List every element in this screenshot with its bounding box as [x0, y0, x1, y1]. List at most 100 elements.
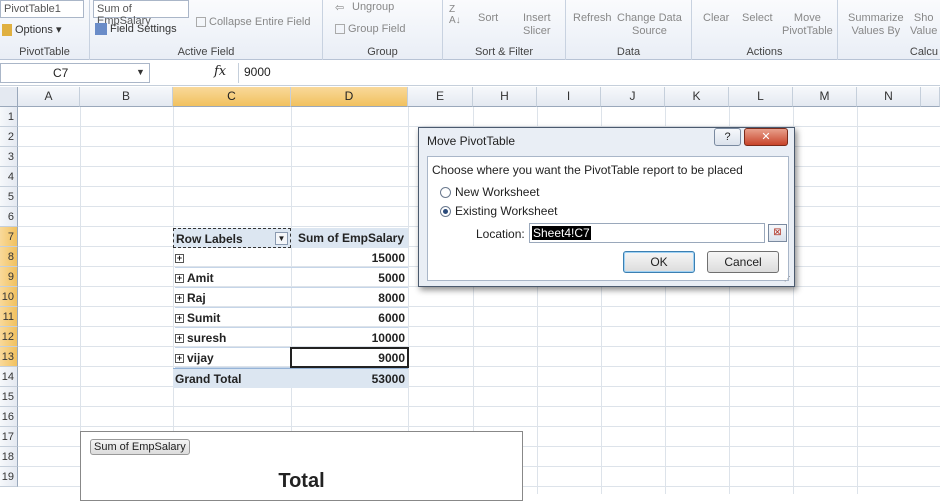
existing-worksheet-radio[interactable]: [440, 206, 451, 217]
column-header[interactable]: C: [173, 87, 291, 107]
active-field-input[interactable]: Sum of EmpSalary: [93, 0, 189, 27]
pivot-header-sum[interactable]: Sum of EmpSalary: [291, 228, 408, 248]
existing-worksheet-option[interactable]: Existing Worksheet: [440, 204, 558, 218]
gridline-horizontal: [18, 406, 940, 407]
chart-field-button[interactable]: Sum of EmpSalary: [90, 439, 190, 455]
expand-icon[interactable]: +: [175, 294, 184, 303]
cancel-button[interactable]: Cancel: [707, 251, 779, 273]
name-box-dropdown-icon[interactable]: ▼: [136, 67, 145, 77]
dialog-body: Choose where you want the PivotTable rep…: [427, 156, 789, 281]
column-header[interactable]: A: [18, 87, 80, 107]
row-header[interactable]: 14: [0, 367, 18, 387]
column-header[interactable]: E: [408, 87, 473, 107]
pivot-row-label[interactable]: + Raj: [175, 288, 291, 308]
pivot-row-label[interactable]: + vijay: [175, 348, 291, 368]
row-header[interactable]: 13: [0, 347, 18, 367]
pivot-row-value[interactable]: 5000: [291, 268, 408, 288]
row-header[interactable]: 2: [0, 127, 18, 147]
insert-function-icon[interactable]: fx: [214, 64, 226, 79]
column-header[interactable]: I: [537, 87, 601, 107]
group-field-button[interactable]: Group Field: [335, 23, 405, 35]
row-header[interactable]: 17: [0, 427, 18, 447]
row-header[interactable]: 8: [0, 247, 18, 267]
sort-button[interactable]: Sort: [478, 12, 498, 25]
row-header[interactable]: 5: [0, 187, 18, 207]
row-header[interactable]: 10: [0, 287, 18, 307]
pivot-row-label[interactable]: + suresh: [175, 328, 291, 348]
refresh-button[interactable]: Refresh: [573, 12, 612, 25]
row-header[interactable]: 4: [0, 167, 18, 187]
select-button[interactable]: Select: [742, 12, 773, 25]
select-label: Select: [742, 12, 773, 24]
row-header[interactable]: 16: [0, 407, 18, 427]
collapse-dialog-icon[interactable]: ⊠: [768, 224, 787, 242]
show-values-as-button[interactable]: Sho Value: [910, 12, 937, 38]
column-header[interactable]: D: [291, 87, 408, 107]
row-header[interactable]: 18: [0, 447, 18, 467]
ok-button[interactable]: OK: [623, 251, 695, 273]
row-header[interactable]: 15: [0, 387, 18, 407]
formula-bar: C7 ▼ fx 9000: [0, 60, 940, 86]
grand-total-label[interactable]: Grand Total: [173, 368, 291, 388]
column-header[interactable]: J: [601, 87, 665, 107]
pivot-row-value[interactable]: 15000: [291, 248, 408, 268]
row-header[interactable]: 1: [0, 107, 18, 127]
row-header[interactable]: 9: [0, 267, 18, 287]
column-header[interactable]: M: [793, 87, 857, 107]
pivot-row-label[interactable]: + Amit: [175, 268, 291, 288]
gridline-horizontal: [18, 306, 940, 307]
expand-icon[interactable]: +: [175, 334, 184, 343]
actions-group: Clear Select Move PivotTable Actions: [692, 0, 838, 60]
pivot-chart[interactable]: Sum of EmpSalary Total: [80, 431, 523, 501]
column-header[interactable]: N: [857, 87, 921, 107]
column-header[interactable]: L: [729, 87, 793, 107]
row-header[interactable]: 12: [0, 327, 18, 347]
formula-input[interactable]: 9000: [238, 63, 940, 83]
pivot-row-value[interactable]: 6000: [291, 308, 408, 328]
row-header[interactable]: 3: [0, 147, 18, 167]
column-header[interactable]: K: [665, 87, 729, 107]
pivot-header-row-labels[interactable]: Row Labels ▼: [173, 228, 291, 248]
location-input[interactable]: Sheet4!C7: [529, 223, 765, 243]
select-all-corner[interactable]: [0, 87, 18, 107]
column-header[interactable]: H: [473, 87, 537, 107]
dialog-prompt: Choose where you want the PivotTable rep…: [432, 163, 743, 177]
move-pivottable-dialog: Move PivotTable ? ✕ Choose where you wan…: [418, 127, 795, 287]
expand-icon[interactable]: +: [175, 314, 184, 323]
collapse-entire-field-button[interactable]: Collapse Entire Field: [196, 16, 311, 28]
filter-dropdown-icon[interactable]: ▼: [275, 232, 288, 245]
summarize-values-by-button[interactable]: Summarize Values By: [848, 12, 904, 38]
change-data-source-button[interactable]: Change Data Source: [617, 12, 682, 38]
close-button[interactable]: ✕: [744, 128, 788, 146]
expand-icon[interactable]: +: [175, 274, 184, 283]
options-button[interactable]: Options ▾: [2, 23, 62, 37]
ungroup-button[interactable]: ⇦ Ungroup: [335, 1, 394, 14]
grand-total-value[interactable]: 53000: [291, 368, 408, 388]
new-worksheet-label: New Worksheet: [455, 185, 540, 199]
row-header[interactable]: 7: [0, 227, 18, 247]
column-header-overflow[interactable]: [921, 87, 940, 107]
resize-grip-icon[interactable]: ⋰: [784, 276, 792, 284]
pivottable-name-input[interactable]: PivotTable1: [0, 0, 84, 18]
column-header[interactable]: B: [80, 87, 173, 107]
help-button[interactable]: ?: [714, 128, 741, 146]
name-box[interactable]: C7: [0, 63, 150, 83]
clear-button[interactable]: Clear: [703, 12, 729, 25]
row-header[interactable]: 19: [0, 467, 18, 487]
new-worksheet-option[interactable]: New Worksheet: [440, 185, 539, 199]
field-settings-button[interactable]: Field Settings: [95, 23, 177, 36]
location-label: Location:: [476, 227, 525, 241]
move-pivottable-button[interactable]: Move PivotTable: [782, 12, 833, 38]
row-header[interactable]: 11: [0, 307, 18, 327]
pivot-row-label[interactable]: +: [175, 248, 291, 268]
new-worksheet-radio[interactable]: [440, 187, 451, 198]
pivot-row-value[interactable]: 10000: [291, 328, 408, 348]
sort-az-icon[interactable]: Z A↓: [449, 4, 461, 26]
insert-slicer-button[interactable]: Insert Slicer: [523, 12, 551, 38]
pivot-row-label[interactable]: + Sumit: [175, 308, 291, 328]
expand-icon[interactable]: +: [175, 254, 184, 263]
row-header[interactable]: 6: [0, 207, 18, 227]
expand-icon[interactable]: +: [175, 354, 184, 363]
pivot-row-value[interactable]: 8000: [291, 288, 408, 308]
pivot-row-label-text: suresh: [187, 331, 227, 345]
